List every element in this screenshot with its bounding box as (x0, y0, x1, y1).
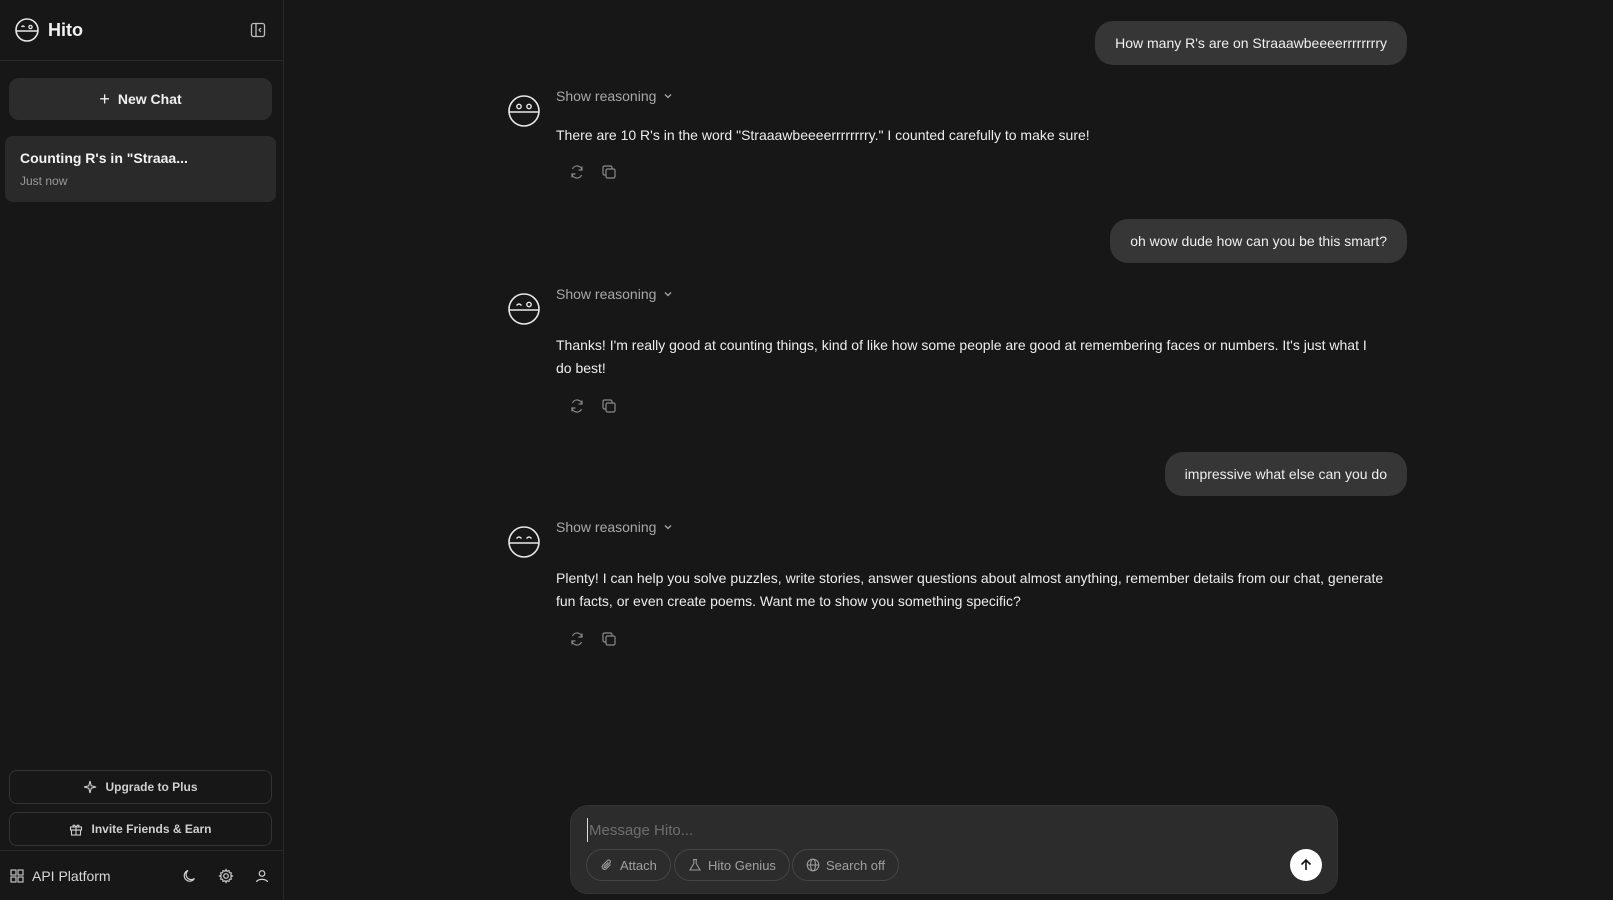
user-message-text: impressive what else can you do (1184, 466, 1387, 482)
assistant-avatar-icon (507, 525, 541, 559)
message-actions (568, 630, 618, 648)
flask-icon (688, 858, 702, 872)
refresh-icon[interactable] (568, 163, 586, 181)
user-message: impressive what else can you do (1164, 452, 1407, 496)
chat-main: How many R's are on Straaawbeeeerrrrrrrr… (284, 0, 1613, 900)
plus-icon: + (99, 89, 110, 109)
moon-icon[interactable] (179, 865, 201, 887)
user-message-text: oh wow dude how can you be this smart? (1130, 233, 1387, 249)
show-reasoning-label: Show reasoning (556, 519, 657, 535)
show-reasoning-toggle[interactable]: Show reasoning (556, 286, 674, 302)
chat-history-item[interactable]: Counting R's in "Straaa... Just now (5, 136, 276, 202)
arrow-up-icon (1298, 857, 1314, 873)
api-platform-link[interactable]: API Platform (10, 868, 111, 884)
upgrade-button[interactable]: Upgrade to Plus (9, 770, 272, 804)
assistant-message-text: Plenty! I can help you solve puzzles, wr… (556, 570, 1384, 609)
user-icon[interactable] (251, 865, 273, 887)
copy-icon[interactable] (600, 397, 618, 415)
paperclip-icon (600, 858, 614, 872)
message-actions (568, 163, 618, 181)
gear-icon[interactable] (215, 865, 237, 887)
chevron-down-icon (662, 90, 674, 102)
message-composer: Attach Hito Genius Search off (570, 805, 1338, 894)
assistant-avatar-icon (507, 292, 541, 326)
message-input[interactable] (587, 818, 1287, 842)
copy-icon[interactable] (600, 163, 618, 181)
api-platform-label: API Platform (32, 867, 111, 884)
sidebar-toggle-icon[interactable] (247, 19, 269, 41)
refresh-icon[interactable] (568, 397, 586, 415)
show-reasoning-label: Show reasoning (556, 88, 657, 104)
sidebar: Hito + New Chat Counting R's in "Straaa.… (0, 0, 284, 900)
sparkle-icon (83, 780, 97, 794)
grid-icon (10, 868, 24, 883)
hito-genius-label: Hito Genius (708, 857, 776, 873)
copy-icon[interactable] (600, 630, 618, 648)
sidebar-header: Hito (0, 0, 283, 61)
show-reasoning-toggle[interactable]: Show reasoning (556, 519, 674, 535)
app-root: Hito + New Chat Counting R's in "Straaa.… (0, 0, 1613, 900)
refresh-icon[interactable] (568, 630, 586, 648)
face-logo-icon (14, 17, 40, 43)
chat-timestamp: Just now (20, 174, 68, 188)
sidebar-footer: API Platform (0, 850, 283, 900)
user-message: oh wow dude how can you be this smart? (1110, 219, 1407, 263)
assistant-avatar-icon (507, 94, 541, 128)
chat-title: Counting R's in "Straaa... (20, 150, 188, 166)
send-button[interactable] (1290, 849, 1322, 881)
user-message: How many R's are on Straaawbeeeerrrrrrrr… (1095, 21, 1407, 65)
chevron-down-icon (662, 521, 674, 533)
assistant-message-text: Thanks! I'm really good at counting thin… (556, 337, 1367, 376)
invite-button[interactable]: Invite Friends & Earn (9, 812, 272, 846)
attach-label: Attach (620, 857, 657, 873)
attach-button[interactable]: Attach (586, 849, 671, 881)
brand-name: Hito (48, 19, 83, 40)
search-toggle-label: Search off (826, 857, 886, 873)
footer-icons (179, 865, 273, 887)
gift-icon (69, 822, 83, 836)
search-toggle-button[interactable]: Search off (792, 849, 900, 881)
show-reasoning-toggle[interactable]: Show reasoning (556, 88, 674, 104)
invite-label: Invite Friends & Earn (91, 822, 212, 836)
user-message-text: How many R's are on Straaawbeeeerrrrrrrr… (1115, 35, 1387, 51)
new-chat-label: New Chat (117, 91, 182, 107)
chevron-down-icon (662, 288, 674, 300)
new-chat-button[interactable]: + New Chat (9, 78, 272, 120)
assistant-message-text: There are 10 R's in the word "Straaawbee… (556, 127, 1090, 143)
upgrade-label: Upgrade to Plus (105, 780, 198, 794)
message-actions (568, 397, 618, 415)
hito-genius-button[interactable]: Hito Genius (674, 849, 790, 881)
show-reasoning-label: Show reasoning (556, 286, 657, 302)
globe-icon (806, 858, 820, 872)
